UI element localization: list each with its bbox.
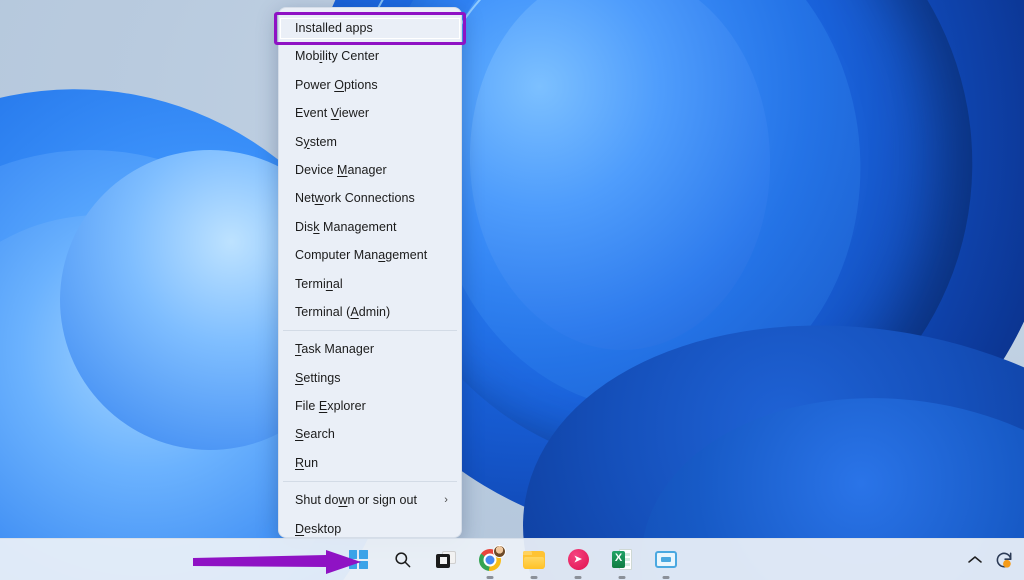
sticky-notes-icon[interactable]: [652, 546, 680, 579]
avatar: [493, 544, 506, 558]
windows-taskbar[interactable]: [0, 538, 1024, 580]
menu-item-label: Mobility Center: [295, 49, 380, 64]
sticky-notes-logo-icon: [655, 551, 677, 568]
excel-icon[interactable]: [608, 546, 636, 579]
running-indicator: [618, 576, 626, 579]
chevron-right-icon: ›: [444, 494, 448, 507]
menu-item-terminal[interactable]: Terminal: [279, 270, 461, 298]
menu-item-computer-management[interactable]: Computer Management: [279, 241, 461, 269]
menu-item-event-viewer[interactable]: Event Viewer: [279, 99, 461, 127]
folder-icon: [523, 550, 545, 569]
menu-separator: [283, 330, 457, 332]
menu-item-task-manager[interactable]: Task Manager: [279, 335, 461, 363]
menu-item-label: System: [295, 134, 337, 149]
file-explorer-icon[interactable]: [520, 546, 548, 579]
telegram-logo-icon: [567, 549, 589, 570]
show-hidden-icons-chevron[interactable]: [968, 553, 982, 566]
task-view-glyph: [436, 551, 456, 568]
running-indicator: [486, 576, 494, 579]
menu-item-label: Network Connections: [295, 191, 415, 206]
telegram-icon[interactable]: [564, 546, 592, 579]
menu-item-desktop[interactable]: Desktop: [279, 515, 461, 537]
running-indicator: [574, 576, 582, 579]
menu-item-label: Computer Management: [295, 248, 428, 263]
menu-item-label: Run: [295, 455, 319, 470]
menu-item-label: Device Manager: [295, 162, 387, 177]
windows-update-icon[interactable]: [994, 550, 1014, 570]
menu-item-label: Disk Management: [295, 219, 397, 234]
menu-item-disk-management[interactable]: Disk Management: [279, 213, 461, 241]
menu-item-search[interactable]: Search: [279, 420, 461, 448]
menu-item-mobility-center[interactable]: Mobility Center: [279, 42, 461, 70]
running-indicator: [662, 576, 670, 579]
menu-item-power-options[interactable]: Power Options: [279, 71, 461, 99]
chrome-logo-icon: [479, 544, 506, 571]
excel-logo-icon: [612, 549, 632, 570]
menu-item-label: Terminal (Admin): [295, 304, 391, 319]
search-icon[interactable]: [388, 546, 416, 574]
pointer-arrow-to-start-button: [193, 550, 361, 574]
menu-item-network-connections[interactable]: Network Connections: [279, 184, 461, 212]
menu-item-label: File Explorer: [295, 399, 366, 414]
menu-item-label: Desktop: [295, 521, 342, 536]
running-indicator: [530, 576, 538, 579]
menu-separator: [283, 481, 457, 483]
menu-item-label: Search: [295, 427, 335, 442]
taskbar-system-tray: [968, 550, 1014, 570]
desktop-wallpaper: [0, 0, 1024, 580]
menu-item-terminal-admin[interactable]: Terminal (Admin): [279, 298, 461, 326]
menu-item-file-explorer[interactable]: File Explorer: [279, 392, 461, 420]
menu-item-label: Installed apps: [295, 21, 373, 35]
menu-item-installed-apps[interactable]: Installed apps: [279, 14, 461, 42]
menu-item-label: Terminal: [295, 276, 343, 291]
desktop-screen: Installed apps Mobility Center Power Optio…: [0, 0, 1024, 580]
chrome-icon[interactable]: [476, 544, 506, 579]
menu-item-label: Task Manager: [295, 342, 375, 357]
win-x-quick-link-menu[interactable]: Installed apps Mobility Center Power Optio…: [278, 7, 462, 538]
menu-item-label: Event Viewer: [295, 106, 370, 121]
menu-item-settings[interactable]: Settings: [279, 364, 461, 392]
menu-item-run[interactable]: Run: [279, 449, 461, 477]
menu-item-label: Power Options: [295, 77, 378, 92]
menu-item-device-manager[interactable]: Device Manager: [279, 156, 461, 184]
menu-item-label: Shut down or sign out: [295, 493, 417, 508]
menu-item-system[interactable]: System: [279, 128, 461, 156]
taskbar-center-group: [0, 544, 1024, 579]
menu-item-label: Settings: [295, 370, 341, 385]
menu-item-shut-down-or-sign-out[interactable]: Shut down or sign out ›: [279, 486, 461, 514]
task-view-icon[interactable]: [432, 546, 460, 574]
